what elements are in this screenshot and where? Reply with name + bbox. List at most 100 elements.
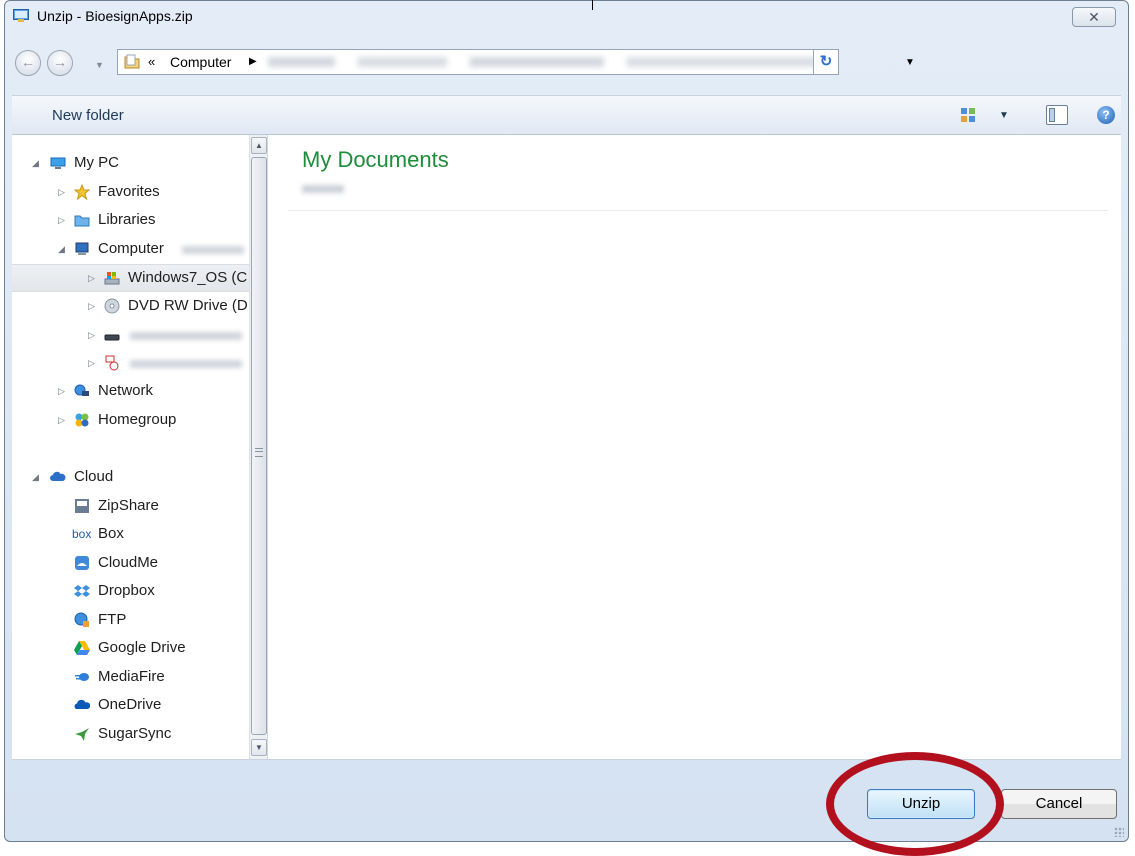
cloud-icon	[50, 471, 66, 481]
tree-item-cloud[interactable]: ◢ Cloud	[12, 464, 249, 490]
dvd-drive-icon	[104, 298, 120, 314]
folder-title: My Documents	[302, 147, 449, 172]
tree-item-network[interactable]: ▷ Network	[12, 378, 249, 404]
cancel-button[interactable]: Cancel	[1001, 789, 1117, 819]
tree-item-ftp[interactable]: FTP	[12, 607, 249, 633]
tree-item-dvd-drive[interactable]: ▷ DVD RW Drive (D	[12, 293, 249, 319]
tree-item-windows-os[interactable]: ▷ Windows7_OS (C	[12, 264, 249, 292]
google-drive-icon	[74, 641, 90, 655]
cloudme-icon	[75, 556, 89, 570]
title-bar: Unzip - BioesignApps.zip ✕	[5, 1, 1128, 31]
tree-label: DVD RW Drive (D	[128, 297, 248, 314]
back-arrow-icon: ←	[21, 54, 35, 70]
close-icon: ✕	[1088, 9, 1100, 25]
scroll-down-icon: ▼	[255, 743, 263, 752]
change-view-icon[interactable]	[960, 107, 976, 123]
unzip-app-icon	[13, 9, 29, 22]
network-icon	[74, 384, 89, 396]
tree-label: Box	[98, 525, 124, 542]
tree-label: OneDrive	[98, 696, 162, 713]
collapsed-arrow-icon[interactable]: ▷	[58, 378, 65, 404]
collapsed-arrow-icon[interactable]: ▷	[88, 322, 95, 348]
collapsed-arrow-icon[interactable]: ▷	[88, 265, 95, 291]
refresh-button[interactable]: ↻	[813, 49, 839, 75]
tree-label: FTP	[98, 611, 127, 628]
tree-label: My PC	[74, 154, 119, 171]
redacted-drive-label	[130, 332, 242, 340]
computer-icon	[75, 242, 89, 255]
my-pc-icon	[50, 157, 66, 169]
back-button[interactable]: ←	[15, 50, 41, 76]
mediafire-icon	[75, 673, 89, 681]
breadcrumb-separator-icon[interactable]: ▶	[249, 56, 257, 67]
tree-item-recovery-drive[interactable]: ▷	[12, 350, 249, 376]
breadcrumb-redacted-path	[268, 57, 828, 67]
tree-label: Cloud	[74, 468, 114, 485]
collapsed-arrow-icon[interactable]: ▷	[88, 293, 95, 319]
expanded-arrow-icon[interactable]: ◢	[58, 236, 65, 262]
expanded-arrow-icon[interactable]: ◢	[32, 150, 39, 176]
breadcrumb-overflow-icon[interactable]: «	[148, 54, 155, 69]
tree-item-sugarsync[interactable]: SugarSync	[12, 721, 249, 747]
help-icon[interactable]: ?	[1097, 106, 1115, 124]
header-divider	[288, 210, 1108, 211]
tree-item-computer[interactable]: ◢ Computer	[12, 236, 249, 262]
tree-label: Homegroup	[98, 411, 177, 428]
star-icon	[74, 184, 90, 200]
redacted-computer-name	[182, 246, 244, 254]
address-bar[interactable]: « Computer ▶ ▼	[117, 49, 915, 75]
tree-item-mediafire[interactable]: MediaFire	[12, 664, 249, 690]
help-glyph: ?	[1102, 108, 1110, 122]
tree-label: Google Drive	[98, 639, 186, 656]
scroll-up-button[interactable]: ▲	[251, 137, 267, 154]
close-button[interactable]: ✕	[1072, 7, 1116, 27]
libraries-icon	[74, 215, 90, 227]
unzip-dialog: Unzip - BioesignApps.zip ✕ ← → ▼ « Compu…	[4, 0, 1129, 842]
new-folder-button[interactable]: New folder	[52, 107, 124, 124]
address-dropdown-icon[interactable]: ▼	[905, 57, 915, 68]
collapsed-arrow-icon[interactable]: ▷	[88, 350, 95, 376]
tree-item-onedrive[interactable]: OneDrive	[12, 692, 249, 718]
collapsed-arrow-icon[interactable]: ▷	[58, 179, 65, 205]
file-list-pane[interactable]: My Documents	[272, 135, 1121, 759]
tree-item-google-drive[interactable]: Google Drive	[12, 635, 249, 661]
tree-scrollbar[interactable]: ▲ ▼	[249, 135, 268, 759]
forward-button[interactable]: →	[47, 50, 73, 76]
tree-item-box[interactable]: box Box	[12, 521, 249, 547]
network-drive-icon	[105, 355, 119, 371]
view-options-dropdown-icon[interactable]: ▼	[999, 110, 1009, 121]
collapsed-arrow-icon[interactable]: ▷	[58, 207, 65, 233]
box-icon: box	[72, 527, 92, 541]
resize-grip-icon[interactable]	[1114, 827, 1124, 837]
preview-pane-icon[interactable]	[1046, 105, 1068, 125]
tree-label: ZipShare	[98, 497, 159, 514]
tree-label: SugarSync	[98, 725, 172, 742]
tree-item-cloudme[interactable]: CloudMe	[12, 550, 249, 576]
breadcrumb-computer[interactable]: Computer	[170, 54, 231, 70]
tree-item-libraries[interactable]: ▷ Libraries	[12, 207, 249, 233]
local-drive-icon	[104, 272, 120, 285]
collapsed-arrow-icon[interactable]: ▷	[58, 407, 65, 433]
scroll-down-button[interactable]: ▼	[251, 739, 267, 756]
tree-item-zipshare[interactable]: ZipShare	[12, 493, 249, 519]
text-cursor-mark	[592, 0, 593, 10]
tree-item-removable-drive[interactable]: ▷	[12, 322, 249, 348]
command-toolbar: New folder ▼ ?	[12, 95, 1121, 135]
tree-label: Computer	[98, 240, 164, 257]
redacted-folder-subtitle	[302, 185, 344, 193]
tree-label: MediaFire	[98, 668, 165, 685]
tree-item-favorites[interactable]: ▷ Favorites	[12, 179, 249, 205]
tree-item-my-pc[interactable]: ◢ My PC	[12, 150, 249, 176]
tree-item-dropbox[interactable]: Dropbox	[12, 578, 249, 604]
navigation-bar: ← → ▼ « Computer ▶ ▼ ↻	[5, 34, 1128, 84]
expanded-arrow-icon[interactable]: ◢	[32, 464, 39, 490]
recent-locations-dropdown-icon[interactable]: ▼	[95, 60, 104, 70]
tree-label: Favorites	[98, 183, 160, 200]
scrollbar-thumb[interactable]	[251, 157, 267, 735]
highlight-annotation-ring	[826, 752, 1004, 856]
ftp-icon	[74, 612, 89, 627]
tree-label: Dropbox	[98, 582, 155, 599]
window-title: Unzip - BioesignApps.zip	[37, 8, 193, 24]
tree-label: Windows7_OS (C	[128, 269, 248, 286]
tree-item-homegroup[interactable]: ▷ Homegroup	[12, 407, 249, 433]
